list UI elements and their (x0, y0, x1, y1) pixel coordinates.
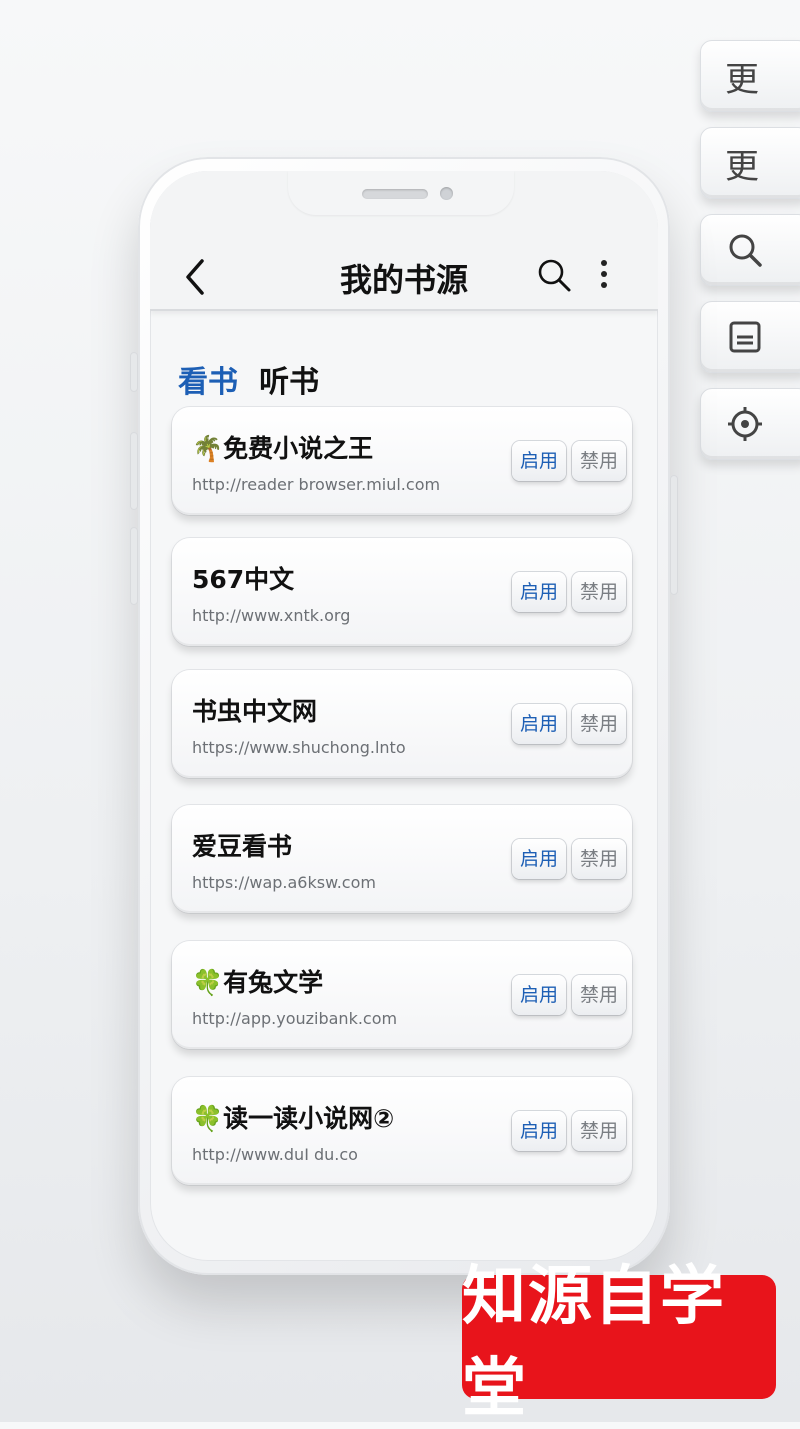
locate-icon (728, 407, 762, 441)
source-url: http://www.xntk.org (192, 606, 351, 625)
enable-button[interactable]: 启用 (512, 572, 566, 612)
disable-button[interactable]: 禁用 (572, 1111, 626, 1151)
side-key-text-1[interactable]: 更 (700, 40, 800, 112)
disable-button[interactable]: 禁用 (572, 704, 626, 744)
source-url: http://www.duI du.co (192, 1145, 358, 1164)
source-card[interactable]: 🍀有兔文学 http://app.youzibank.com 启用 禁用 (172, 941, 632, 1049)
source-name-text: 爱豆看书 (192, 832, 293, 861)
source-url: https://www.shuchong.lnto (192, 738, 406, 757)
search-icon[interactable] (536, 257, 572, 293)
side-key-locate[interactable] (700, 388, 800, 460)
tab-listen[interactable]: 听书 (259, 357, 319, 401)
source-name: 🌴免费小说之王 (192, 429, 373, 465)
enable-button[interactable]: 启用 (512, 1111, 566, 1151)
phone-notch (288, 171, 514, 215)
source-name-text: 免费小说之王 (223, 434, 374, 463)
source-url: https://wap.a6ksw.com (192, 873, 376, 892)
enable-button[interactable]: 启用 (512, 704, 566, 744)
phone-mute-switch (130, 352, 138, 392)
disable-button[interactable]: 禁用 (572, 975, 626, 1015)
disable-button[interactable]: 禁用 (572, 441, 626, 481)
phone-volume-up (130, 432, 138, 510)
source-card[interactable]: 🍀读一读小说网② http://www.duI du.co 启用 禁用 (172, 1077, 632, 1185)
source-url: http://reader browser.miul.com (192, 475, 441, 494)
side-key-search[interactable] (700, 214, 800, 286)
source-name: 书虫中文网 (192, 692, 317, 728)
enable-button[interactable]: 启用 (512, 839, 566, 879)
source-name-text: 567中文 (192, 565, 295, 594)
source-name-text: 读一读小说网② (223, 1104, 395, 1133)
enable-button[interactable]: 启用 (512, 975, 566, 1015)
phone-power-button (670, 475, 678, 595)
side-key-label: 更 (725, 146, 759, 187)
side-key-label: 更 (725, 59, 759, 100)
clover-icon: 🍀 (192, 1104, 224, 1133)
source-card[interactable]: 🌴免费小说之王 http://reader browser.miul.com 启… (172, 407, 632, 515)
disable-button[interactable]: 禁用 (572, 839, 626, 879)
side-key-window[interactable] (700, 301, 800, 373)
source-card[interactable]: 爱豆看书 https://wap.a6ksw.com 启用 禁用 (172, 805, 632, 913)
search-icon (729, 234, 762, 267)
source-name: 🍀读一读小说网② (192, 1099, 394, 1135)
source-name-text: 书虫中文网 (192, 697, 318, 726)
enable-button[interactable]: 启用 (512, 441, 566, 481)
tab-read[interactable]: 看书 (178, 357, 238, 401)
source-card[interactable]: 567中文 http://www.xntk.org 启用 禁用 (172, 538, 632, 646)
side-key-text-2[interactable]: 更 (700, 127, 800, 199)
front-camera (440, 187, 453, 200)
window-icon (729, 321, 761, 353)
clover-icon: 🍀 (192, 968, 224, 997)
phone-frame: 我的书源 看书 听书 🌴免费小说之王 http://reader browser… (130, 157, 678, 1275)
page-title: 我的书源 (339, 261, 468, 299)
phone-volume-down (130, 527, 138, 605)
palm-icon: 🌴 (192, 434, 224, 463)
source-card[interactable]: 书虫中文网 https://www.shuchong.lnto 启用 禁用 (172, 670, 632, 778)
source-name-text: 有兔文学 (223, 968, 324, 997)
phone-screen: 我的书源 看书 听书 🌴免费小说之王 http://reader browser… (150, 171, 658, 1261)
more-vertical-icon[interactable] (596, 255, 612, 295)
disable-button[interactable]: 禁用 (572, 572, 626, 612)
tab-bar: 看书 听书 (178, 357, 335, 401)
source-name: 567中文 (192, 560, 294, 596)
source-name: 🍀有兔文学 (192, 963, 323, 999)
speaker-grille (362, 189, 428, 199)
brand-watermark: 知源自学堂 (462, 1260, 776, 1426)
source-url: http://app.youzibank.com (192, 1009, 398, 1028)
source-name: 爱豆看书 (192, 827, 292, 863)
